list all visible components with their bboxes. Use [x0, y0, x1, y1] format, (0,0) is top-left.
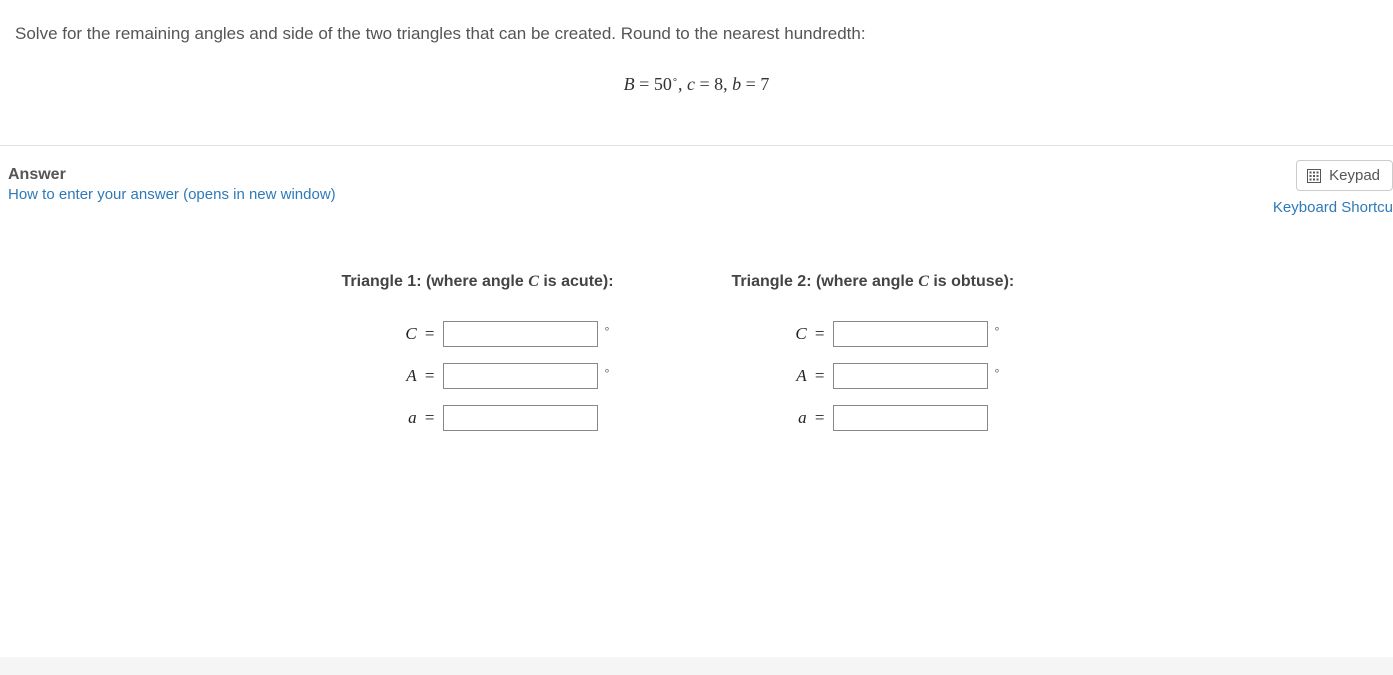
t2-title-var: C [918, 273, 929, 290]
t1-title-prefix: Triangle 1: (where angle [342, 273, 529, 290]
t1-a-input[interactable] [443, 405, 598, 431]
top-right-controls: Keypad Keyboard Shortcu [1273, 160, 1393, 216]
triangle-1-title: Triangle 1: (where angle C is acute): [342, 273, 662, 291]
answer-label: Answer [8, 166, 1385, 184]
eq-sign3: = [746, 74, 761, 94]
triangles-container: Triangle 1: (where angle C is acute): C … [8, 273, 1385, 447]
eq-B-val: 50 [654, 74, 672, 94]
triangle-1: Triangle 1: (where angle C is acute): C … [342, 273, 662, 447]
degree-icon: ∘ [994, 322, 1004, 335]
t1-A-eq: = [417, 366, 435, 385]
t2-title-suffix: is obtuse): [929, 273, 1014, 290]
t2-a-label: a = [777, 408, 825, 428]
eq-comma2: , [723, 74, 728, 94]
t1-A-input[interactable] [443, 363, 598, 389]
t1-a-row: a = [342, 405, 662, 431]
t2-a-eq: = [807, 408, 825, 427]
eq-b-val: 7 [760, 74, 769, 94]
t1-a-eq: = [417, 408, 435, 427]
t2-a-row: a = [732, 405, 1052, 431]
t2-C-input[interactable] [833, 321, 988, 347]
t2-C-label: C = [777, 324, 825, 344]
keypad-icon [1307, 169, 1321, 183]
t2-title-prefix: Triangle 2: (where angle [732, 273, 919, 290]
t1-C-eq: = [417, 324, 435, 343]
degree-icon: ∘ [994, 364, 1004, 377]
bottom-bar [0, 657, 1393, 675]
keypad-label: Keypad [1329, 167, 1380, 184]
t2-C-eq: = [807, 324, 825, 343]
answer-help-link[interactable]: How to enter your answer (opens in new w… [8, 186, 1385, 203]
t2-A-label: A = [777, 366, 825, 386]
eq-sign2: = [700, 74, 715, 94]
t2-A-row: A = ∘ [732, 363, 1052, 389]
t2-C-var: C [795, 324, 806, 343]
eq-comma1: , [678, 74, 683, 94]
t1-title-suffix: is acute): [539, 273, 614, 290]
t1-a-label: a = [387, 408, 435, 428]
keyboard-shortcuts-link[interactable]: Keyboard Shortcu [1273, 199, 1393, 216]
t2-A-input[interactable] [833, 363, 988, 389]
eq-sign: = [639, 74, 654, 94]
eq-c: c [687, 74, 695, 94]
triangle-2-title: Triangle 2: (where angle C is obtuse): [732, 273, 1052, 291]
answer-section: Answer How to enter your answer (opens i… [0, 146, 1393, 447]
equation: B = 50∘, c = 8, b = 7 [15, 74, 1378, 95]
t1-a-var: a [408, 408, 417, 427]
t1-C-input[interactable] [443, 321, 598, 347]
keypad-button[interactable]: Keypad [1296, 160, 1393, 191]
eq-b: b [732, 74, 741, 94]
eq-B: B [624, 74, 635, 94]
t1-A-row: A = ∘ [342, 363, 662, 389]
t1-C-row: C = ∘ [342, 321, 662, 347]
t1-title-var: C [528, 273, 539, 290]
question-area: Solve for the remaining angles and side … [0, 0, 1393, 145]
t1-C-var: C [405, 324, 416, 343]
t1-A-var: A [406, 366, 416, 385]
t1-C-label: C = [387, 324, 435, 344]
t2-C-row: C = ∘ [732, 321, 1052, 347]
t1-A-label: A = [387, 366, 435, 386]
t2-A-var: A [796, 366, 806, 385]
question-prompt: Solve for the remaining angles and side … [15, 24, 1378, 44]
t2-A-eq: = [807, 366, 825, 385]
t2-a-input[interactable] [833, 405, 988, 431]
eq-c-val: 8 [714, 74, 723, 94]
t2-a-var: a [798, 408, 807, 427]
triangle-2: Triangle 2: (where angle C is obtuse): C… [732, 273, 1052, 447]
degree-icon: ∘ [604, 322, 614, 335]
degree-icon: ∘ [604, 364, 614, 377]
